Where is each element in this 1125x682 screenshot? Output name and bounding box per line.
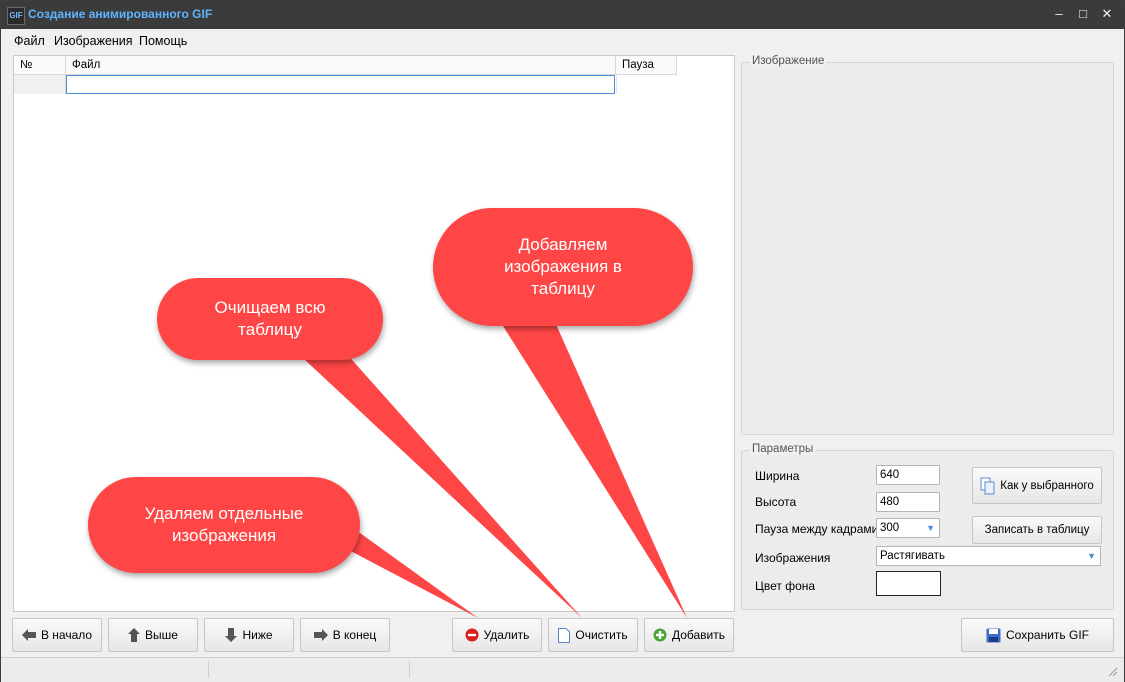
callout-tail-add bbox=[498, 318, 687, 618]
callout-delete: Удаляем отдельные изображения bbox=[88, 477, 360, 573]
callout-clear-text: Очищаем всю таблицу bbox=[214, 298, 326, 339]
callout-delete-text: Удаляем отдельные изображения bbox=[144, 504, 304, 545]
callout-clear: Очищаем всю таблицу bbox=[157, 278, 383, 360]
callout-add-text: Добавляем изображения в таблицу bbox=[504, 235, 622, 298]
callout-add: Добавляем изображения в таблицу bbox=[433, 208, 693, 326]
